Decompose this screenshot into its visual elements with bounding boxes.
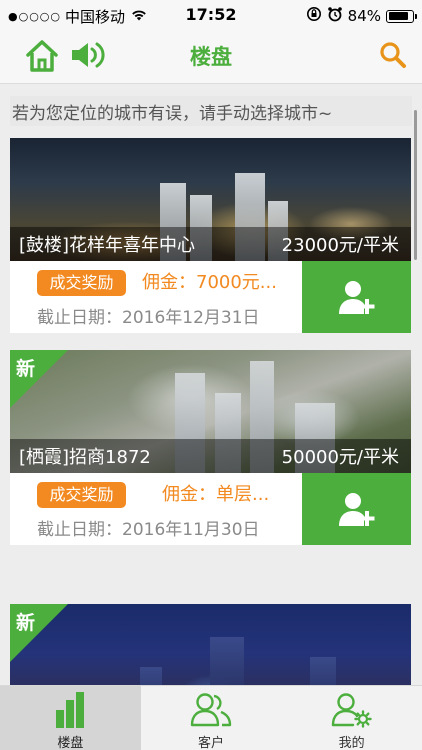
listing-caption: [鼓楼]花样年喜年中心 23000元/平米	[10, 227, 411, 261]
deadline-text: 截止日期：2016年12月31日	[37, 308, 260, 328]
tab-label: 楼盘	[57, 736, 84, 750]
commission-text: 佣金：单层...	[162, 484, 270, 505]
city-tip[interactable]: 若为您定位的城市有误，请手动选择城市~	[10, 96, 412, 126]
search-icon[interactable]	[378, 40, 408, 70]
add-customer-button[interactable]	[302, 473, 411, 545]
new-badge-label: 新	[16, 612, 36, 634]
photo-building	[210, 637, 244, 685]
tab-bar: 楼盘 客户 我的	[0, 685, 422, 750]
customers-icon	[190, 693, 232, 727]
tab-label: 我的	[338, 736, 365, 750]
scrollbar[interactable]	[414, 110, 417, 260]
reward-badge: 成交奖励	[37, 482, 126, 508]
add-user-icon	[339, 281, 375, 314]
photo-building	[310, 657, 336, 685]
reward-badge: 成交奖励	[37, 270, 126, 296]
deadline-text: 截止日期：2016年11月30日	[37, 520, 260, 540]
tab-buildings[interactable]: 楼盘	[0, 686, 141, 750]
page-title: 楼盘	[190, 45, 232, 69]
tab-customers[interactable]: 客户	[141, 686, 282, 750]
status-bar: ●○○○○ 中国移动 17:52 84%	[0, 0, 422, 30]
new-badge-label: 新	[16, 358, 36, 380]
listing-card[interactable]: 新 [栖霞]招商1872 50000元/平米 成交奖励 佣金：单层... 截止日…	[10, 350, 411, 545]
listing-photo[interactable]: [鼓楼]花样年喜年中心 23000元/平米	[10, 138, 411, 261]
listing-name: [鼓楼]花样年喜年中心	[19, 235, 196, 256]
listing-photo[interactable]: 新 [栖霞]招商1872 50000元/平米	[10, 350, 411, 473]
add-user-icon	[339, 493, 375, 526]
nav-bar: 楼盘	[0, 30, 422, 84]
battery-icon	[386, 9, 417, 23]
rotation-lock-icon	[306, 6, 322, 26]
listing-card[interactable]: [鼓楼]花样年喜年中心 23000元/平米 成交奖励 佣金：7000元... 截…	[10, 138, 411, 333]
listing-price: 23000元/平米	[281, 235, 399, 256]
user-settings-icon	[331, 693, 372, 728]
commission-text: 佣金：7000元...	[142, 272, 277, 293]
listing-card[interactable]: 新	[10, 604, 411, 685]
new-badge: 新	[10, 350, 68, 408]
add-customer-button[interactable]	[302, 261, 411, 333]
listing-caption: [栖霞]招商1872 50000元/平米	[10, 439, 411, 473]
listing-info: 成交奖励 佣金：单层... 截止日期：2016年11月30日	[10, 473, 411, 545]
listing-info: 成交奖励 佣金：7000元... 截止日期：2016年12月31日	[10, 261, 411, 333]
tab-label: 客户	[198, 736, 225, 750]
listing-name: [栖霞]招商1872	[19, 447, 151, 468]
new-badge: 新	[10, 604, 68, 662]
listing-photo[interactable]: 新	[10, 604, 411, 685]
battery-percent: 84%	[347, 7, 381, 25]
listing-price: 50000元/平米	[281, 447, 399, 468]
alarm-icon	[327, 6, 343, 26]
tab-mine[interactable]: 我的	[281, 686, 422, 750]
battery-level	[388, 12, 408, 20]
building-chart-icon	[56, 692, 85, 728]
photo-building	[140, 667, 162, 685]
